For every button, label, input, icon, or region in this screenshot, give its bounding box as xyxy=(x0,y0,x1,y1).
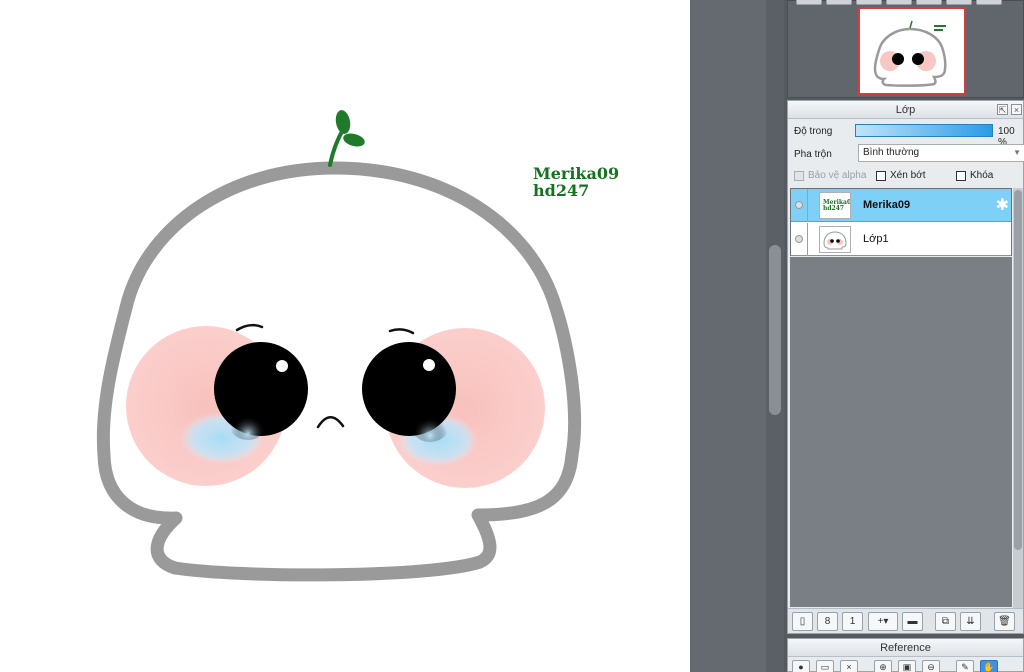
navigator-button-5[interactable] xyxy=(916,0,942,5)
lock-label: Khóa xyxy=(970,170,994,181)
layer-list-empty-area xyxy=(790,257,1012,607)
trash-icon[interactable]: 🗑 xyxy=(994,612,1015,631)
layer-thumbnail xyxy=(819,226,851,253)
fit-icon[interactable]: ▣ xyxy=(898,660,916,672)
navigator-button-3[interactable] xyxy=(856,0,882,5)
blend-mode-label: Pha trộn xyxy=(794,149,832,160)
layer-row-merika09[interactable]: Merika09 hd247 Merika09 ✱ xyxy=(791,189,1011,222)
character-illustration xyxy=(96,110,582,582)
canvas-vertical-scrollbar[interactable] xyxy=(766,0,784,672)
new-layer-icon[interactable]: ▯ xyxy=(792,612,813,631)
layer-name: Lớp1 xyxy=(863,233,889,245)
layer-toolbar: ▯ 8 1 +▾ ▬ ⧉ ⇊ 🗑 xyxy=(788,608,1023,633)
canvas-scroll-thumb[interactable] xyxy=(769,245,781,415)
blend-mode-select[interactable]: Bình thường ▼ xyxy=(858,144,1024,162)
visibility-toggle[interactable] xyxy=(795,235,803,243)
eye-highlight-right xyxy=(423,359,435,371)
pin-icon[interactable]: ⇱ xyxy=(997,104,1008,115)
visibility-toggle[interactable] xyxy=(795,201,803,209)
layer-name: Merika09 xyxy=(863,199,911,211)
layer-list: Merika09 hd247 Merika09 ✱ xyxy=(790,188,1012,256)
layer-panel-titlebar: Lớp ⇱ × xyxy=(788,101,1023,119)
hand-icon[interactable]: ✋ xyxy=(980,660,998,672)
navigator-button-2[interactable] xyxy=(826,0,852,5)
gear-icon[interactable]: ✱ xyxy=(996,195,1009,215)
right-panel-column: Lớp ⇱ × Độ trong 100 % Pha trộn Bình thư… xyxy=(784,0,1024,672)
lock-checkbox[interactable]: Khóa xyxy=(956,170,993,181)
blend-mode-value: Bình thường xyxy=(863,147,920,158)
zoom-out-icon[interactable]: ⊖ xyxy=(922,660,940,672)
chevron-down-icon: ▼ xyxy=(1013,148,1021,157)
sprout-stem xyxy=(328,126,346,167)
clipping-box[interactable] xyxy=(876,170,886,181)
sprout-leaf-left xyxy=(335,110,351,134)
reference-panel-titlebar: Reference xyxy=(788,639,1023,657)
protect-alpha-box[interactable] xyxy=(794,170,804,181)
workspace-background xyxy=(690,0,766,672)
opacity-slider[interactable] xyxy=(855,124,993,137)
clipping-label: Xén bớt xyxy=(890,170,926,181)
copy-layer-icon[interactable]: ⧉ xyxy=(935,612,956,631)
add-layer-dropdown-icon[interactable]: +▾ xyxy=(868,612,898,631)
navigator-preview-image xyxy=(873,20,947,87)
lock-box[interactable] xyxy=(956,170,966,181)
reference-load-icon[interactable]: ● xyxy=(792,660,810,672)
sprout-leaf-right xyxy=(343,133,365,147)
layer-thumbnail-text: Merika09 hd247 xyxy=(822,197,855,213)
reference-panel: Reference ● ▭ × ⊕ ▣ ⊖ ✎ ✋ xyxy=(787,638,1024,672)
navigator-panel xyxy=(787,0,1024,98)
layer-thumbnail: Merika09 hd247 xyxy=(819,192,855,219)
layer-list-scrollbar[interactable] xyxy=(1013,188,1023,608)
navigator-preview[interactable] xyxy=(858,7,966,95)
new-1bit-layer-icon[interactable]: 1 xyxy=(842,612,863,631)
zoom-in-icon[interactable]: ⊕ xyxy=(874,660,892,672)
folder-icon[interactable]: ▬ xyxy=(902,612,923,631)
drawing-canvas[interactable]: Merika09 hd247 xyxy=(0,0,690,672)
close-icon[interactable]: × xyxy=(1011,104,1022,115)
navigator-button-4[interactable] xyxy=(886,0,912,5)
layer-row-lop1[interactable]: Lớp1 xyxy=(791,223,1011,256)
navigator-button-6[interactable] xyxy=(946,0,972,5)
eyedropper-icon[interactable]: ✎ xyxy=(956,660,974,672)
layer-thumbnail-character xyxy=(823,231,847,250)
navigator-button-1[interactable] xyxy=(796,0,822,5)
layer-panel: Lớp ⇱ × Độ trong 100 % Pha trộn Bình thư… xyxy=(787,100,1024,634)
signature-line-2: hd247 xyxy=(533,181,590,200)
layer-scroll-thumb[interactable] xyxy=(1014,190,1022,550)
navigator-button-7[interactable] xyxy=(976,0,1002,5)
merge-layer-icon[interactable]: ⇊ xyxy=(960,612,981,631)
reference-panel-title: Reference xyxy=(880,642,931,654)
protect-alpha-checkbox[interactable]: Bảo vệ alpha xyxy=(794,170,866,181)
protect-alpha-label: Bảo vệ alpha xyxy=(808,170,867,181)
layer-panel-title: Lớp xyxy=(895,104,916,116)
signature-line-1: Merika09 xyxy=(533,164,620,183)
close-icon[interactable]: × xyxy=(840,660,858,672)
svg-text:hd247: hd247 xyxy=(823,205,844,212)
new-8bit-layer-icon[interactable]: 8 xyxy=(817,612,838,631)
reference-toolbar: ● ▭ × ⊕ ▣ ⊖ ✎ ✋ xyxy=(788,658,1023,672)
eye-highlight-left xyxy=(276,360,288,372)
opacity-label: Độ trong xyxy=(794,126,833,137)
clipping-checkbox[interactable]: Xén bớt xyxy=(876,170,925,181)
open-folder-icon[interactable]: ▭ xyxy=(816,660,834,672)
signature-text: Merika09 hd247 xyxy=(533,165,619,199)
